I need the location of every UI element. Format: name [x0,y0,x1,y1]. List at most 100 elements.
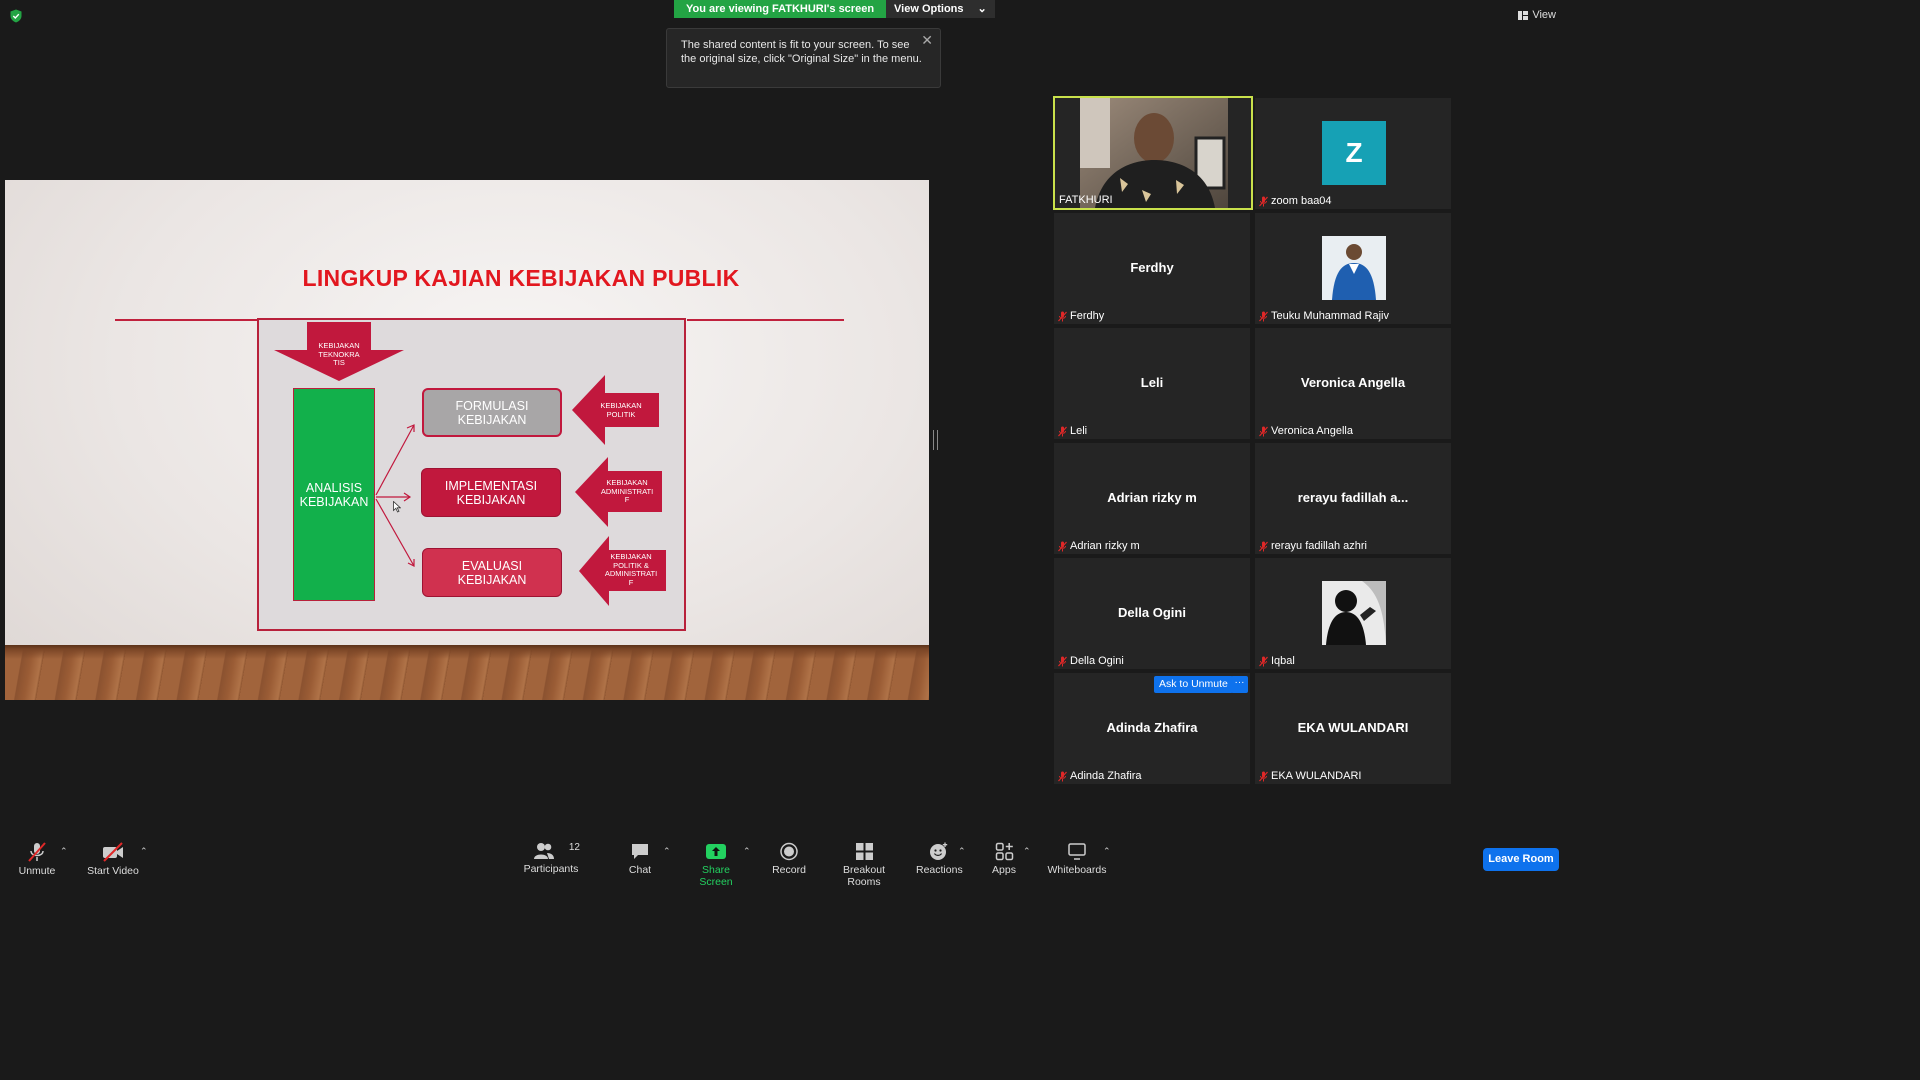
participant-name-label: zoom baa04 [1259,195,1332,207]
shared-screen: LINGKUP KAJIAN KEBIJAKAN PUBLIK KEBIJAKA… [5,180,929,700]
participant-center-name: Leli [1140,375,1164,390]
start-video-button[interactable]: Start Video [86,842,140,877]
fit-to-screen-tooltip: The shared content is fit to your screen… [666,28,941,88]
breakout-rooms-button[interactable]: Breakout Rooms [826,842,902,888]
participant-center-name: Della Ogini [1118,605,1186,620]
muted-mic-icon [1259,656,1268,666]
muted-mic-icon [28,842,46,862]
participant-name-label: Adrian rizky m [1058,540,1140,552]
whiteboard-icon [1068,843,1086,860]
viewing-screen-label: You are viewing FATKHURI's screen [674,0,887,18]
participant-photo [1322,236,1386,300]
participant-name-label: Della Ogini [1058,655,1124,667]
video-off-icon [103,842,123,862]
security-shield-icon[interactable] [9,9,23,23]
participant-name-label: FATKHURI [1059,194,1113,206]
participant-name-label: EKA WULANDARI [1259,770,1361,782]
analisis-label: ANALISIS KEBIJAKAN [299,481,369,509]
participant-name-label: Adinda Zhafira [1058,770,1142,782]
video-tile-teuku-muhammad-rajiv[interactable]: Teuku Muhammad Rajiv [1255,213,1451,324]
participant-center-name: EKA WULANDARI [1297,720,1409,735]
chat-button[interactable]: Chat [624,842,656,876]
chevron-down-icon: ⌄ [977,3,987,15]
participant-name-label: Ferdhy [1058,310,1104,322]
video-tile-zoom-baa04[interactable]: Z zoom baa04 [1255,98,1451,209]
video-tile-veronica-angella[interactable]: Veronica Angella Veronica Angella [1255,328,1451,439]
mouse-cursor-icon [393,501,401,513]
diagram-frame: KEBIJAKAN TEKNOKRA TIS ANALISIS KEBIJAKAN F… [257,318,686,631]
arrow-politik-label: KEBIJAKAN POLITIK [600,401,642,419]
arrow-politik-administratif-label: KEBIJAKAN POLITIK & ADMINISTRATI F [604,552,658,587]
breakout-rooms-icon [855,843,873,860]
participant-name-label: Iqbal [1259,655,1295,667]
video-tile-eka-wulandari[interactable]: EKA WULANDARI EKA WULANDARI [1255,673,1451,784]
slide-rule-left [115,319,258,321]
video-tile-leli[interactable]: Leli Leli [1054,328,1250,439]
formulasi-box: FORMULASI KEBIJAKAN [422,388,562,437]
ask-to-unmute-button[interactable]: Ask to Unmute [1154,676,1233,693]
unmute-button[interactable]: Unmute [14,842,60,877]
video-tile-ferdhy[interactable]: Ferdhy Ferdhy [1054,213,1250,324]
muted-mic-icon [1058,656,1067,666]
apps-options-caret-icon[interactable]: ⌃ [1023,846,1031,857]
muted-mic-icon [1259,196,1268,206]
participant-video [1080,98,1228,208]
participant-name-label: rerayu fadillah azhri [1259,540,1367,552]
reactions-options-caret-icon[interactable]: ⌃ [958,846,966,857]
share-screen-button[interactable]: Share Screen [686,842,746,888]
participant-name-label: Veronica Angella [1259,425,1353,437]
slide-wood-floor [5,645,929,700]
video-tile-adrian-rizky-m[interactable]: Adrian rizky m Adrian rizky m [1054,443,1250,554]
implementasi-box: IMPLEMENTASI KEBIJAKAN [421,468,561,517]
view-label: View [1532,9,1556,21]
close-icon[interactable]: ✕ [921,33,933,47]
muted-mic-icon [1259,541,1268,551]
participant-center-name: Adrian rizky m [1107,490,1197,505]
video-tile-della-ogini[interactable]: Della Ogini Della Ogini [1054,558,1250,669]
reactions-icon [930,842,948,860]
participants-icon [534,843,555,859]
connector-arrows [375,424,415,567]
muted-mic-icon [1058,311,1067,321]
view-options-button[interactable]: View Options ⌄ [886,0,995,18]
video-tile-fatkhuri[interactable]: FATKHURI [1053,96,1253,210]
participants-button[interactable]: 12 Participants [522,842,580,875]
participant-center-name: rerayu fadillah a... [1297,490,1409,505]
slide-rule-right [687,319,844,321]
meeting-toolbar: Unmute ⌃ Start Video ⌃ 12 Participants C… [0,834,1568,888]
participant-center-name: Adinda Zhafira [1106,720,1198,735]
participant-photo [1322,581,1386,645]
muted-mic-icon [1058,426,1067,436]
video-tile-rerayu-fadillah-azhri[interactable]: rerayu fadillah a... rerayu fadillah azh… [1255,443,1451,554]
audio-options-caret-icon[interactable]: ⌃ [60,846,68,857]
grid-view-icon [1518,10,1529,20]
arrow-administratif-label: KEBIJAKAN ADMINISTRATI F [600,478,654,504]
video-options-caret-icon[interactable]: ⌃ [140,846,148,857]
leave-room-button[interactable]: Leave Room [1483,848,1559,871]
video-tile-iqbal[interactable]: Iqbal [1255,558,1451,669]
muted-mic-icon [1259,311,1268,321]
evaluasi-box: EVALUASI KEBIJAKAN [422,548,562,597]
split-resize-handle[interactable] [933,430,938,450]
participant-name-label: Leli [1058,425,1087,437]
muted-mic-icon [1058,771,1067,781]
participants-count: 12 [568,842,580,853]
chat-icon [632,844,648,859]
whiteboard-options-caret-icon[interactable]: ⌃ [1103,846,1111,857]
chat-options-caret-icon[interactable]: ⌃ [663,846,671,857]
screen-share-banner: You are viewing FATKHURI's screen View O… [674,0,995,18]
apps-button[interactable]: Apps [988,842,1020,876]
tooltip-text: The shared content is fit to your screen… [681,39,922,65]
record-button[interactable]: Record [772,842,806,876]
share-options-caret-icon[interactable]: ⌃ [743,846,751,857]
record-icon [780,842,798,861]
muted-mic-icon [1058,541,1067,551]
more-options-button[interactable]: ··· [1231,676,1248,693]
view-button[interactable]: View [1518,9,1556,21]
apps-icon [995,842,1013,861]
whiteboards-button[interactable]: Whiteboards [1046,842,1108,876]
avatar: Z [1322,121,1386,185]
slide-title: LINGKUP KAJIAN KEBIJAKAN PUBLIK [302,265,740,291]
participant-name-label: Teuku Muhammad Rajiv [1259,310,1389,322]
reactions-button[interactable]: Reactions [916,842,963,876]
